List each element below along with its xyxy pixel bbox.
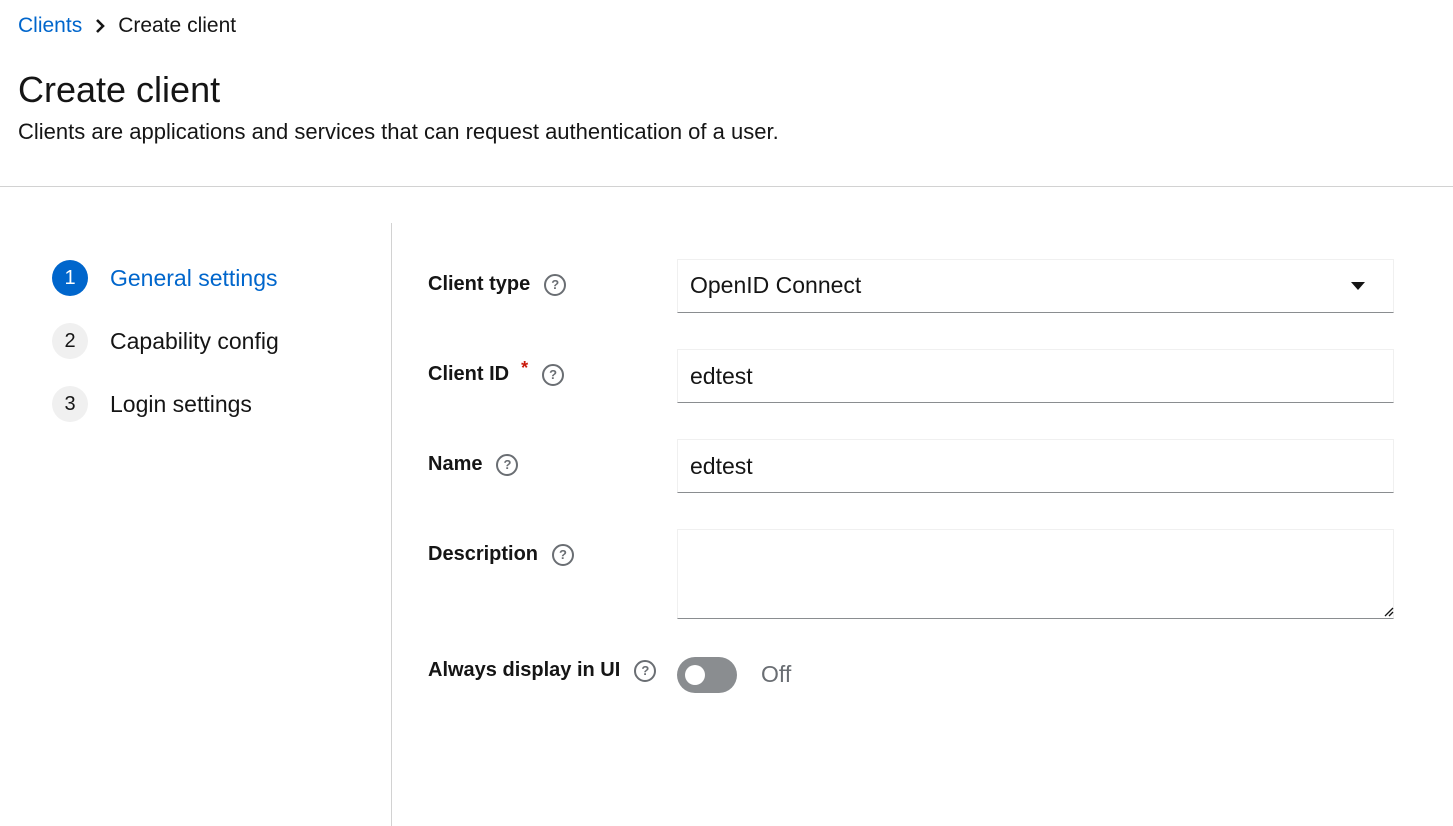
wizard-divider [391, 223, 392, 826]
client-type-label-group: Client type ? [428, 273, 567, 296]
chevron-right-icon [82, 19, 118, 33]
client-id-field-wrapper [677, 349, 1394, 403]
name-label: Name [428, 453, 483, 475]
step-number: 2 [52, 323, 88, 359]
page-title: Create client [18, 69, 221, 110]
resize-handle-icon[interactable] [1382, 605, 1394, 617]
description-row: Description ? [428, 529, 1394, 619]
description-textarea[interactable] [677, 529, 1394, 619]
wizard-step-login-settings[interactable]: 3 Login settings [52, 386, 279, 422]
question-circle-icon[interactable]: ? [544, 273, 567, 296]
always-display-row: Always display in UI ? Off [428, 657, 1394, 693]
step-label: Capability config [110, 327, 279, 354]
client-type-value: OpenID Connect [690, 272, 862, 298]
name-label-group: Name ? [428, 453, 519, 476]
toggle-knob [685, 665, 705, 685]
always-display-state: Off [761, 661, 792, 687]
breadcrumb: Clients Create client [18, 12, 236, 40]
client-type-label: Client type [428, 273, 531, 295]
wizard-nav: 1 General settings 2 Capability config 3… [52, 260, 279, 449]
required-marker: * [521, 358, 529, 378]
wizard-step-capability-config[interactable]: 2 Capability config [52, 323, 279, 359]
always-display-label: Always display in UI [428, 659, 621, 681]
caret-down-icon [1351, 282, 1365, 290]
client-id-label-group: Client ID * ? [428, 358, 565, 386]
step-label: Login settings [110, 390, 252, 417]
name-input[interactable] [678, 440, 1393, 492]
name-row: Name ? [428, 439, 1394, 493]
page-description: Clients are applications and services th… [18, 119, 779, 144]
client-type-row: Client type ? OpenID Connect [428, 259, 1394, 313]
step-number: 3 [52, 386, 88, 422]
question-circle-icon[interactable]: ? [634, 659, 657, 682]
wizard-step-general-settings[interactable]: 1 General settings [52, 260, 279, 296]
create-client-page: Clients Create client Create client Clie… [0, 0, 1453, 826]
description-label: Description [428, 543, 539, 565]
client-id-label: Client ID [428, 363, 510, 385]
step-number: 1 [52, 260, 88, 296]
always-display-label-group: Always display in UI ? [428, 659, 657, 682]
always-display-toggle[interactable] [677, 657, 737, 693]
client-type-select[interactable]: OpenID Connect [677, 259, 1394, 313]
breadcrumb-current: Create client [118, 14, 237, 37]
question-circle-icon[interactable]: ? [542, 363, 565, 386]
breadcrumb-clients-link[interactable]: Clients [18, 12, 82, 40]
client-id-input[interactable] [678, 350, 1393, 402]
description-label-group: Description ? [428, 543, 575, 566]
header-divider [0, 186, 1453, 187]
question-circle-icon[interactable]: ? [496, 453, 519, 476]
question-circle-icon[interactable]: ? [552, 543, 575, 566]
step-label: General settings [110, 264, 278, 291]
client-id-row: Client ID * ? [428, 349, 1394, 403]
name-field-wrapper [677, 439, 1394, 493]
